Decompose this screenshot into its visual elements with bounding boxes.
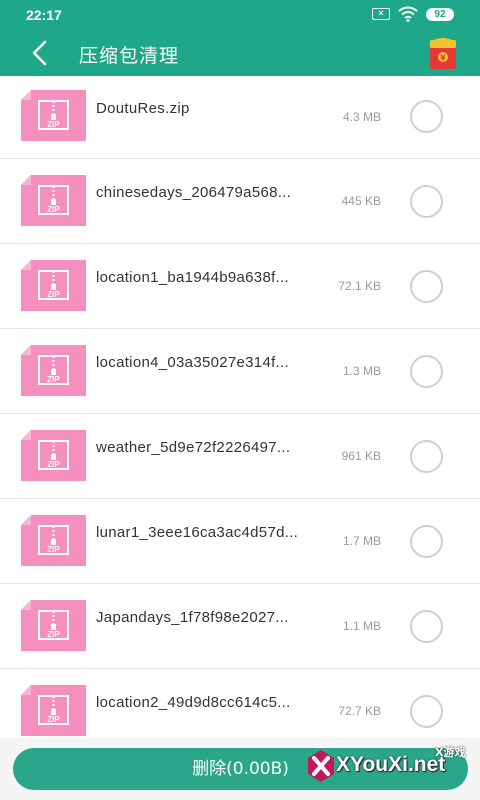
zip-file-icon: ZIP bbox=[21, 600, 86, 651]
file-size: 1.7 MB bbox=[342, 534, 381, 548]
file-row[interactable]: ZIP Japandays_1f78f98e2027... 1.1 MB bbox=[0, 584, 480, 669]
file-size: 72.1 KB bbox=[338, 279, 381, 293]
file-name: lunar1_3eee16ca3ac4d57d... bbox=[96, 524, 299, 541]
file-row[interactable]: ZIP lunar1_3eee16ca3ac4d57d... 1.7 MB bbox=[0, 499, 480, 584]
zip-label: ZIP bbox=[47, 545, 60, 554]
select-radio[interactable] bbox=[410, 270, 443, 303]
zip-file-icon: ZIP bbox=[21, 345, 86, 396]
select-radio[interactable] bbox=[410, 440, 443, 473]
zip-label: ZIP bbox=[47, 375, 60, 384]
zip-label: ZIP bbox=[47, 715, 60, 724]
select-radio[interactable] bbox=[410, 695, 443, 728]
status-bar: 22:17 × 92 bbox=[0, 0, 480, 30]
file-name: weather_5d9e72f2226497... bbox=[96, 439, 291, 456]
red-envelope-icon[interactable]: ¥ bbox=[428, 36, 458, 70]
watermark: XYouXi.net X游戏 bbox=[300, 740, 480, 800]
file-row[interactable]: ZIP weather_5d9e72f2226497... 961 KB bbox=[0, 414, 480, 499]
file-size: 445 KB bbox=[341, 194, 381, 208]
file-size: 961 KB bbox=[341, 449, 381, 463]
zip-label: ZIP bbox=[47, 205, 60, 214]
zip-label: ZIP bbox=[47, 120, 60, 129]
file-size: 4.3 MB bbox=[342, 110, 381, 124]
zip-label: ZIP bbox=[47, 460, 60, 469]
select-radio[interactable] bbox=[410, 100, 443, 133]
file-row[interactable]: ZIP location1_ba1944b9a638f... 72.1 KB bbox=[0, 244, 480, 329]
select-radio[interactable] bbox=[410, 525, 443, 558]
file-size: 72.7 KB bbox=[338, 704, 381, 718]
file-size: 1.1 MB bbox=[342, 619, 381, 633]
file-list: ZIP DoutuRes.zip 4.3 MB ZIP chinesedays_2064… bbox=[0, 76, 480, 738]
battery-indicator: 92 bbox=[426, 7, 454, 21]
zip-file-icon: ZIP bbox=[21, 175, 86, 226]
file-name: chinesedays_206479a568... bbox=[96, 184, 292, 201]
watermark-logo-icon bbox=[308, 750, 334, 782]
file-name: Japandays_1f78f98e2027... bbox=[96, 609, 289, 626]
svg-text:¥: ¥ bbox=[440, 54, 446, 63]
file-name: location4_03a35027e314f... bbox=[96, 354, 289, 371]
page-title: 压缩包清理 bbox=[79, 45, 180, 67]
zip-file-icon: ZIP bbox=[21, 430, 86, 481]
zip-label: ZIP bbox=[47, 630, 60, 639]
app-bar: 压缩包清理 ¥ bbox=[0, 30, 480, 76]
file-name: location2_49d9d8cc614c5... bbox=[96, 694, 291, 711]
watermark-sub: X游戏 bbox=[435, 746, 466, 759]
zip-file-icon: ZIP bbox=[21, 515, 86, 566]
watermark-brand: XYouXi.net bbox=[336, 753, 446, 776]
select-radio[interactable] bbox=[410, 185, 443, 218]
file-row[interactable]: ZIP location2_49d9d8cc614c5... 72.7 KB bbox=[0, 669, 480, 738]
wifi-icon bbox=[398, 6, 418, 22]
file-row[interactable]: ZIP location4_03a35027e314f... 1.3 MB bbox=[0, 329, 480, 414]
select-radio[interactable] bbox=[410, 355, 443, 388]
file-row[interactable]: ZIP DoutuRes.zip 4.3 MB bbox=[0, 76, 480, 159]
file-row[interactable]: ZIP chinesedays_206479a568... 445 KB bbox=[0, 159, 480, 244]
zip-label: ZIP bbox=[47, 290, 60, 299]
file-name: location1_ba1944b9a638f... bbox=[96, 269, 289, 286]
zip-file-icon: ZIP bbox=[21, 260, 86, 311]
back-arrow-icon[interactable] bbox=[26, 38, 56, 68]
file-name: DoutuRes.zip bbox=[96, 100, 190, 117]
zip-file-icon: ZIP bbox=[21, 90, 86, 141]
status-icons: × 92 bbox=[372, 6, 454, 22]
status-time: 22:17 bbox=[26, 7, 62, 23]
file-size: 1.3 MB bbox=[342, 364, 381, 378]
select-radio[interactable] bbox=[410, 610, 443, 643]
no-sim-icon: × bbox=[372, 8, 390, 20]
zip-file-icon: ZIP bbox=[21, 685, 86, 736]
